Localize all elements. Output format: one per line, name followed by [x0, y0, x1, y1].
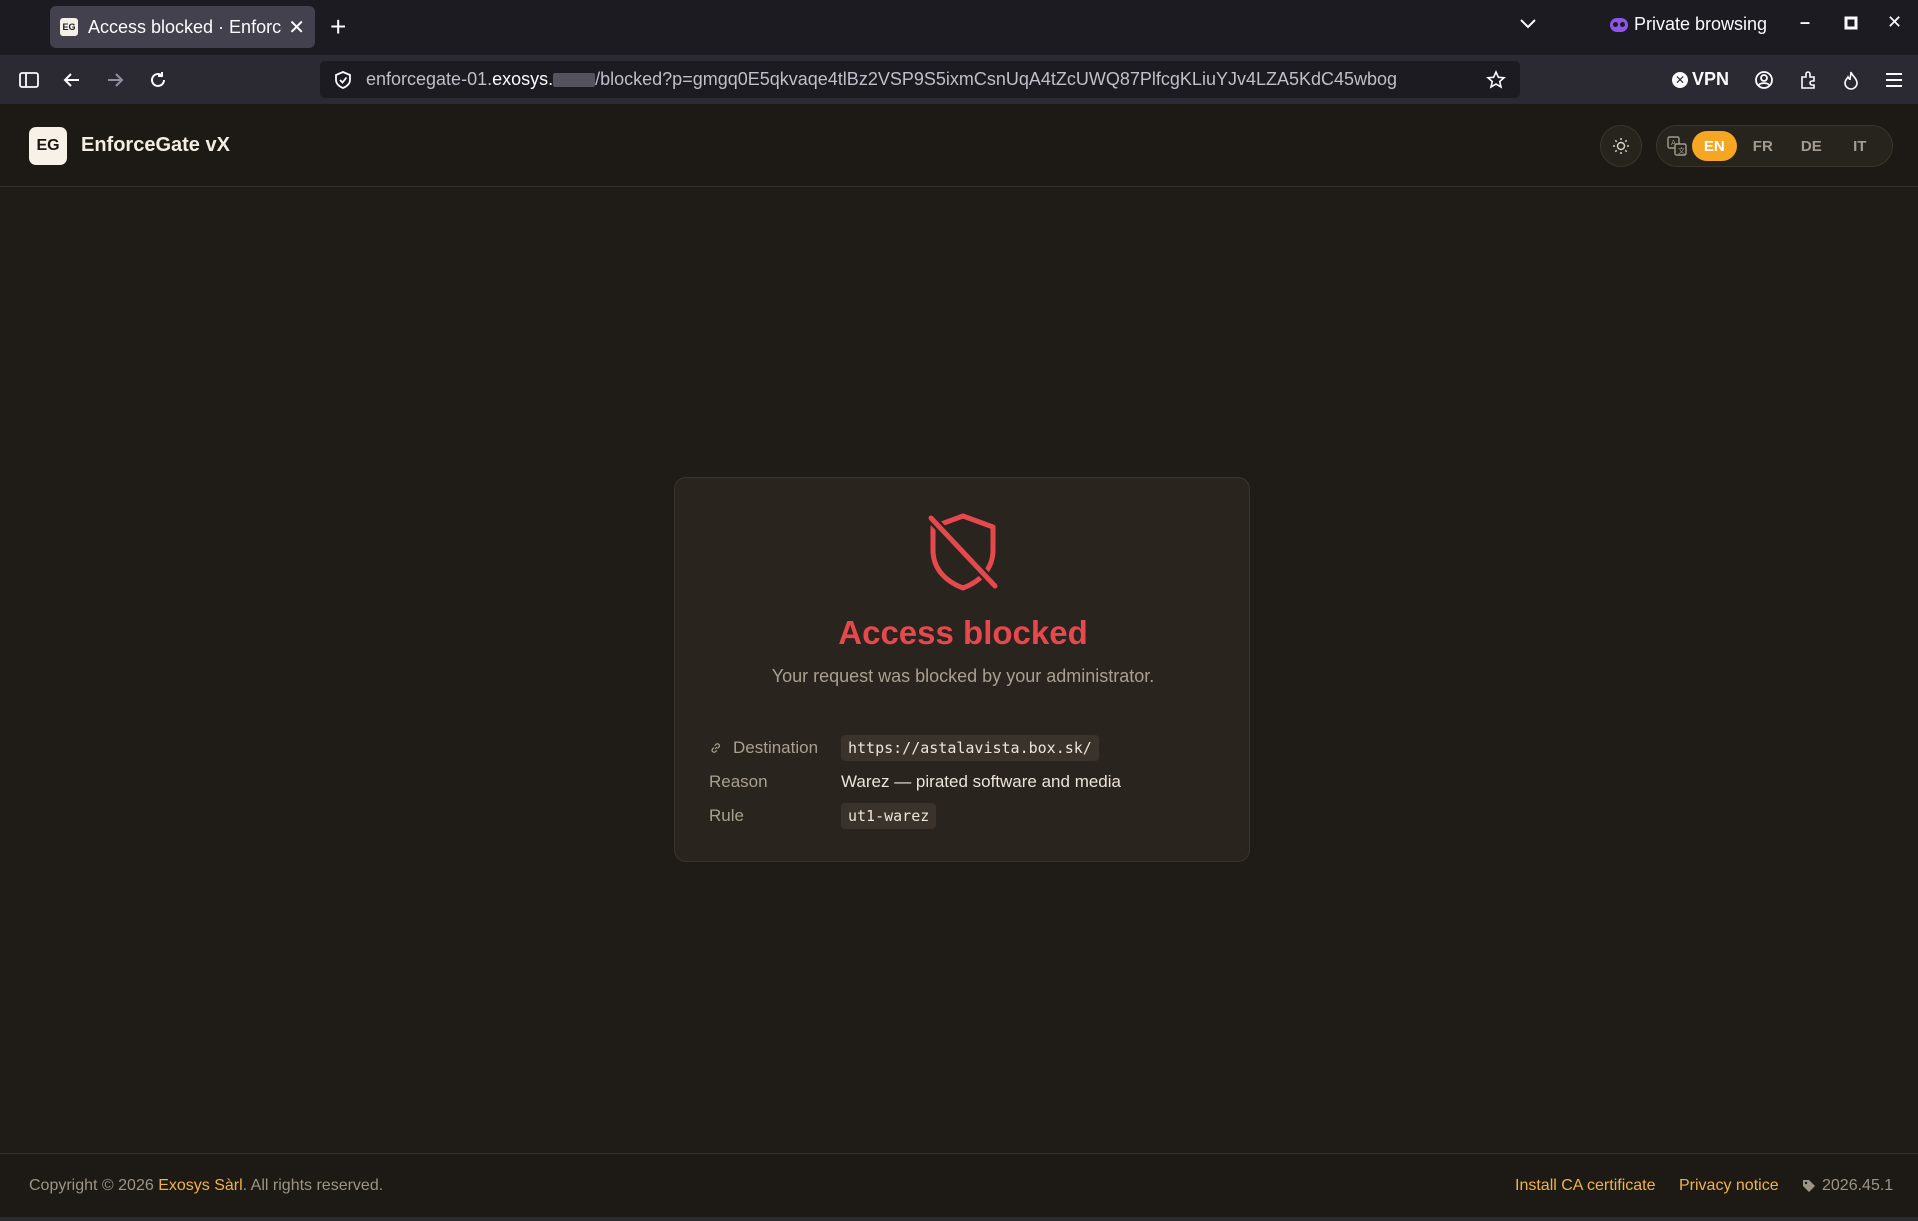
close-tab-icon[interactable]: ✕: [288, 15, 305, 40]
address-bar[interactable]: enforcegate-01.exosys./blocked?p=gmgq0E5…: [320, 61, 1520, 98]
version-badge: 2026.45.1: [1802, 1177, 1893, 1195]
vpn-label: VPN: [1692, 69, 1730, 89]
window-bottom-edge: [0, 1217, 1918, 1221]
owner-link[interactable]: Exosys Sàrl: [158, 1177, 242, 1194]
forward-icon[interactable]: [102, 67, 128, 93]
rule-row: Rule ut1-warez: [709, 802, 937, 830]
copyright-text: Copyright © 2026 Exosys Sàrl. All rights…: [29, 1177, 384, 1194]
version-text: 2026.45.1: [1822, 1177, 1894, 1194]
language-it[interactable]: IT: [1838, 131, 1882, 161]
destination-label: Destination: [733, 738, 819, 757]
theme-toggle-button[interactable]: [1600, 125, 1642, 167]
shield-off-icon: [927, 513, 999, 591]
translate-icon: A文: [1663, 132, 1690, 160]
rule-label: Rule: [709, 806, 744, 825]
rule-value: ut1-warez: [841, 803, 937, 829]
browser-tab-bar: EG Access blocked · EnforceGate vX ✕ + P…: [0, 0, 1918, 55]
site-header: EG EnforceGate vX A文 EN FR DE IT: [0, 104, 1918, 187]
bookmark-star-icon[interactable]: [1486, 69, 1506, 90]
account-icon[interactable]: [1751, 67, 1777, 93]
extensions-icon[interactable]: [1795, 67, 1821, 93]
sun-icon: [1613, 138, 1629, 154]
minimize-window-icon[interactable]: –: [1800, 12, 1810, 33]
site-security-shield-icon[interactable]: [334, 70, 352, 90]
browser-nav-bar: enforcegate-01.exosys./blocked?p=gmgq0E5…: [0, 55, 1918, 104]
list-all-tabs-icon[interactable]: [1518, 14, 1538, 34]
redacted-domain: [553, 73, 596, 88]
back-icon[interactable]: [59, 67, 85, 93]
destination-value: https://astalavista.box.sk/: [841, 735, 1099, 761]
link-icon: [711, 743, 720, 753]
language-en[interactable]: EN: [1692, 131, 1737, 161]
site-footer: Copyright © 2026 Exosys Sàrl. All rights…: [0, 1153, 1918, 1217]
destination-row: Destination https://astalavista.box.sk/: [709, 734, 1099, 762]
tab-favicon-icon: EG: [60, 18, 78, 36]
menu-icon[interactable]: [1881, 67, 1907, 93]
new-tab-button[interactable]: +: [330, 12, 346, 42]
reason-row: Reason Warez — pirated software and medi…: [709, 768, 1121, 796]
private-browsing-icon: [1610, 17, 1628, 32]
reason-value: Warez — pirated software and media: [841, 772, 1121, 791]
language-switcher: A文 EN FR DE IT: [1656, 125, 1893, 167]
tab-title: Access blocked · EnforceGate vX: [88, 16, 282, 37]
private-browsing-label: Private browsing: [1634, 14, 1768, 34]
svg-text:文: 文: [1678, 146, 1685, 155]
reload-icon[interactable]: [145, 67, 171, 93]
language-fr[interactable]: FR: [1741, 131, 1785, 161]
close-window-icon[interactable]: ✕: [1887, 12, 1902, 33]
brand-name: EnforceGate vX: [81, 134, 230, 156]
url-text[interactable]: enforcegate-01.exosys./blocked?p=gmgq0E5…: [366, 69, 1486, 90]
forget-button-icon[interactable]: [1838, 67, 1864, 93]
tag-icon: [1803, 1180, 1815, 1192]
blocked-card: Access blocked Your request was blocked …: [674, 477, 1250, 862]
install-ca-link[interactable]: Install CA certificate: [1515, 1177, 1656, 1195]
maximize-window-icon[interactable]: [1844, 14, 1858, 35]
privacy-notice-link[interactable]: Privacy notice: [1679, 1177, 1779, 1195]
svg-text:A: A: [1671, 139, 1676, 147]
page-title: Access blocked: [838, 614, 1088, 651]
vpn-button[interactable]: ✕ VPN: [1672, 69, 1729, 90]
vpn-off-icon: ✕: [1672, 71, 1688, 88]
reason-label: Reason: [709, 772, 768, 791]
browser-tab[interactable]: EG Access blocked · EnforceGate vX ✕: [50, 6, 315, 48]
sidebar-toggle-icon[interactable]: [16, 67, 42, 93]
language-de[interactable]: DE: [1789, 131, 1833, 161]
page-subtitle: Your request was blocked by your adminis…: [771, 666, 1155, 686]
brand-logo: EG: [29, 127, 67, 165]
private-browsing-indicator: Private browsing: [1610, 14, 1767, 35]
